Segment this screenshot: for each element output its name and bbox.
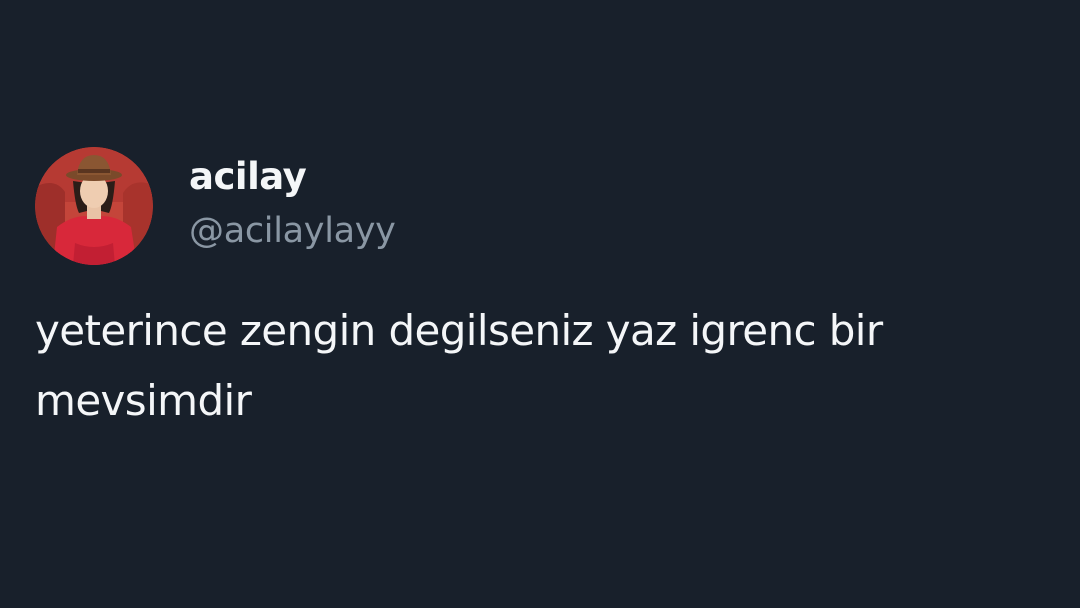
tweet-text-line: mevsimdir <box>35 376 252 425</box>
profile-photo-icon <box>35 147 153 265</box>
tweet-text-line: yeterince zengin degilseniz yaz igrenc b… <box>35 306 883 355</box>
tweet-text: yeterince zengin degilseniz yaz igrenc b… <box>35 296 1055 436</box>
tweet-card: acilay @acilaylayy yeterince zengin degi… <box>0 0 1080 608</box>
avatar[interactable] <box>35 147 153 265</box>
author-display-name[interactable]: acilay <box>189 150 307 204</box>
author-handle[interactable]: @acilaylayy <box>189 204 396 258</box>
